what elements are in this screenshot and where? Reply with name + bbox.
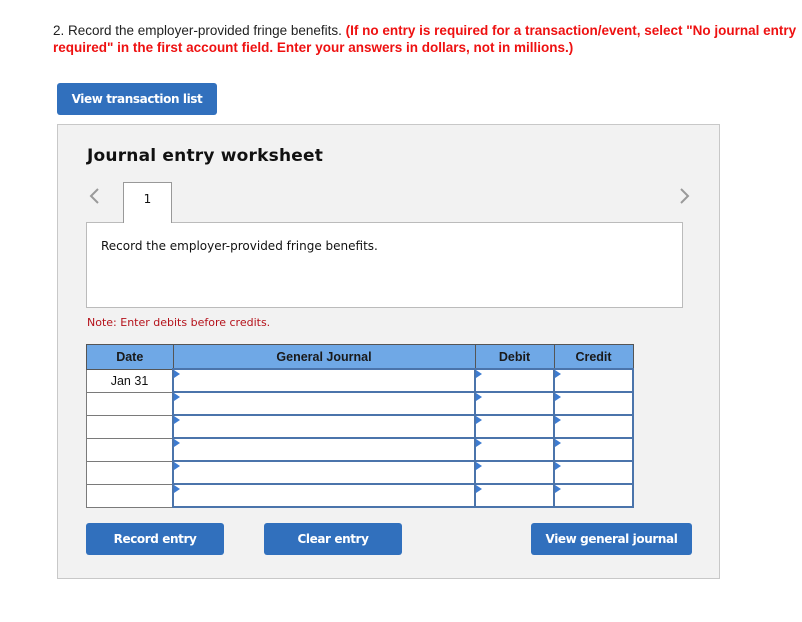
question-prompt: 2. Record the employer-provided fringe b… — [53, 22, 798, 56]
date-cell — [86, 483, 174, 508]
credit-cell[interactable] — [553, 368, 634, 393]
debit-cell[interactable] — [474, 437, 555, 462]
journal-table: Date General Journal Debit Credit Jan 31 — [86, 344, 634, 508]
credit-cell[interactable] — [553, 391, 634, 416]
header-credit: Credit — [553, 344, 634, 370]
debit-input[interactable] — [476, 416, 553, 437]
view-general-journal-button[interactable]: View general journal — [531, 523, 692, 555]
credit-input[interactable] — [555, 462, 632, 483]
question-text: 2. Record the employer-provided fringe b… — [53, 23, 342, 38]
account-cell[interactable] — [172, 368, 476, 393]
credit-cell[interactable] — [553, 483, 634, 508]
table-row: Jan 31 — [86, 368, 634, 393]
chevron-left-icon[interactable] — [87, 185, 103, 207]
clear-entry-button[interactable]: Clear entry — [264, 523, 402, 555]
tab-entry-1[interactable]: 1 — [123, 182, 172, 223]
credit-input[interactable] — [555, 370, 632, 391]
debit-input[interactable] — [476, 462, 553, 483]
debit-input[interactable] — [476, 370, 553, 391]
credit-cell[interactable] — [553, 414, 634, 439]
table-header-row: Date General Journal Debit Credit — [86, 344, 634, 370]
debit-cell[interactable] — [474, 391, 555, 416]
account-cell[interactable] — [172, 483, 476, 508]
record-entry-button[interactable]: Record entry — [86, 523, 224, 555]
table-row — [86, 460, 634, 485]
note-text: Note: Enter debits before credits. — [87, 316, 271, 329]
account-input[interactable] — [174, 462, 474, 483]
account-input[interactable] — [174, 439, 474, 460]
credit-input[interactable] — [555, 439, 632, 460]
table-row — [86, 414, 634, 439]
journal-entry-worksheet: Journal entry worksheet 1 Record the emp… — [57, 124, 720, 579]
debit-input[interactable] — [476, 393, 553, 414]
credit-input[interactable] — [555, 485, 632, 506]
debit-cell[interactable] — [474, 483, 555, 508]
header-date: Date — [86, 344, 174, 370]
debit-cell[interactable] — [474, 414, 555, 439]
transaction-description: Record the employer-provided fringe bene… — [101, 239, 378, 253]
debit-cell[interactable] — [474, 368, 555, 393]
credit-input[interactable] — [555, 416, 632, 437]
date-cell — [86, 414, 174, 439]
account-input[interactable] — [174, 485, 474, 506]
account-input[interactable] — [174, 416, 474, 437]
worksheet-title: Journal entry worksheet — [87, 146, 324, 166]
credit-input[interactable] — [555, 393, 632, 414]
table-row — [86, 483, 634, 508]
header-debit: Debit — [474, 344, 555, 370]
chevron-right-icon[interactable] — [676, 185, 692, 207]
credit-cell[interactable] — [553, 437, 634, 462]
transaction-description-box: Record the employer-provided fringe bene… — [86, 222, 683, 308]
date-cell — [86, 437, 174, 462]
header-general-journal: General Journal — [172, 344, 476, 370]
account-cell[interactable] — [172, 414, 476, 439]
date-cell — [86, 391, 174, 416]
debit-input[interactable] — [476, 439, 553, 460]
account-cell[interactable] — [172, 437, 476, 462]
credit-cell[interactable] — [553, 460, 634, 485]
account-cell[interactable] — [172, 391, 476, 416]
date-cell: Jan 31 — [86, 368, 174, 393]
account-input[interactable] — [174, 370, 474, 391]
table-row — [86, 437, 634, 462]
account-input[interactable] — [174, 393, 474, 414]
table-row — [86, 391, 634, 416]
account-cell[interactable] — [172, 460, 476, 485]
date-cell — [86, 460, 174, 485]
debit-input[interactable] — [476, 485, 553, 506]
view-transaction-list-button[interactable]: View transaction list — [57, 83, 217, 115]
debit-cell[interactable] — [474, 460, 555, 485]
